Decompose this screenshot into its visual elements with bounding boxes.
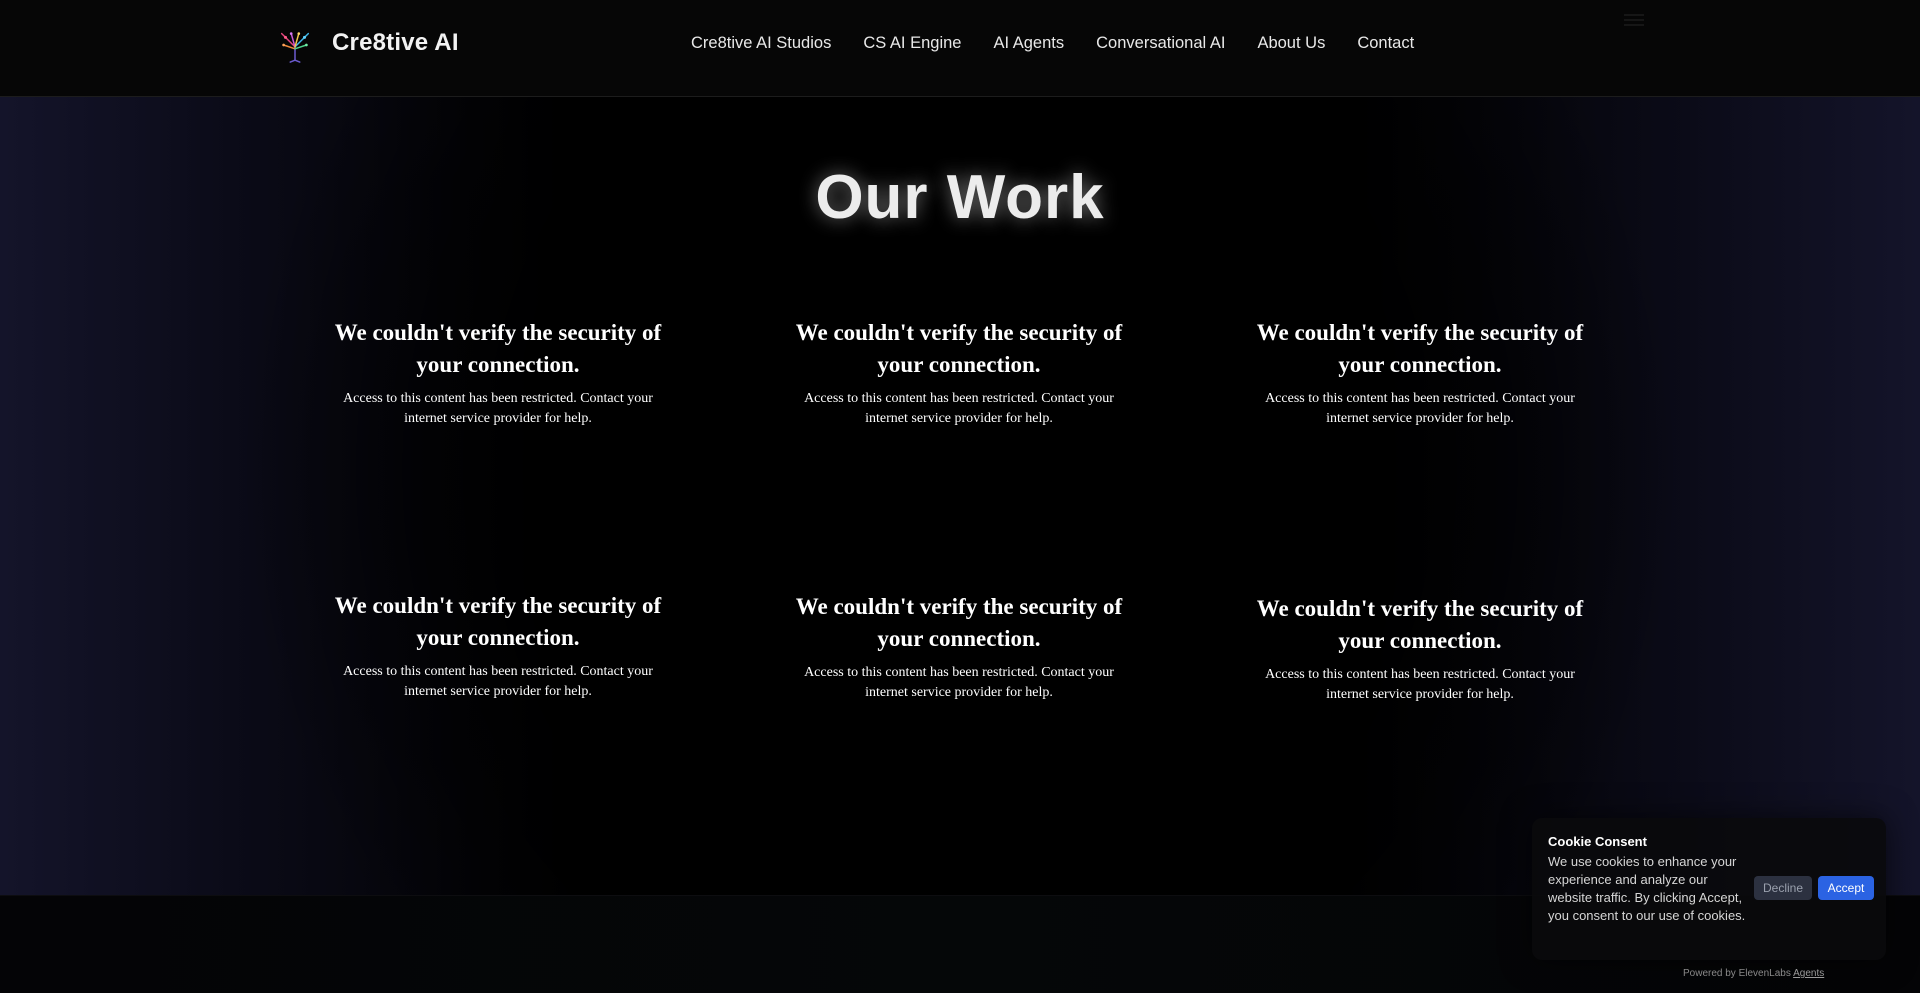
- tree-logo-icon[interactable]: [276, 26, 314, 64]
- site-header: Cre8tive AI Cre8tive AI Studios CS AI En…: [0, 0, 1920, 97]
- nav-item-contact[interactable]: Contact: [1357, 34, 1414, 53]
- card-body: Access to this content has been restrict…: [804, 391, 1114, 426]
- powered-by-text: Powered by ElevenLabs: [1683, 968, 1791, 979]
- card-body: Access to this content has been restrict…: [1265, 667, 1575, 702]
- card-heading: We couldn't verify the security of your …: [795, 320, 1123, 377]
- nav-item-conversational-ai[interactable]: Conversational AI: [1096, 34, 1225, 53]
- work-card: We couldn't verify the security of your …: [1255, 593, 1585, 705]
- card-heading: We couldn't verify the security of your …: [1256, 320, 1584, 377]
- cookie-text: We use cookies to enhance your experienc…: [1548, 854, 1746, 923]
- card-heading: We couldn't verify the security of your …: [795, 594, 1123, 651]
- nav-item-cs-ai-engine[interactable]: CS AI Engine: [863, 34, 961, 53]
- work-card: We couldn't verify the security of your …: [333, 317, 663, 429]
- card-body: Access to this content has been restrict…: [1265, 391, 1575, 426]
- card-body: Access to this content has been restrict…: [343, 391, 653, 426]
- card-body: Access to this content has been restrict…: [804, 665, 1114, 700]
- card-body: Access to this content has been restrict…: [343, 664, 653, 699]
- nav-item-about-us[interactable]: About Us: [1257, 34, 1325, 53]
- brand-name[interactable]: Cre8tive AI: [332, 29, 459, 57]
- menu-bar: [1624, 19, 1644, 21]
- cookie-consent-banner: Cookie Consent We use cookies to enhance…: [1532, 818, 1886, 960]
- card-heading: We couldn't verify the security of your …: [334, 593, 662, 650]
- page-title: Our Work: [815, 162, 1105, 232]
- work-card: We couldn't verify the security of your …: [333, 590, 663, 702]
- powered-by: Powered by ElevenLabs Agents: [1683, 968, 1824, 979]
- nav-item-studios[interactable]: Cre8tive AI Studios: [691, 34, 831, 53]
- decline-button[interactable]: Decline: [1754, 876, 1812, 900]
- work-card: We couldn't verify the security of your …: [1255, 317, 1585, 429]
- card-heading: We couldn't verify the security of your …: [334, 320, 662, 377]
- main-nav: Cre8tive AI Studios CS AI Engine AI Agen…: [691, 34, 1446, 53]
- hamburger-menu-icon[interactable]: [1624, 14, 1644, 28]
- work-card: We couldn't verify the security of your …: [794, 591, 1124, 703]
- cookie-title: Cookie Consent: [1548, 834, 1647, 849]
- agents-link[interactable]: Agents: [1793, 968, 1824, 979]
- menu-bar: [1624, 24, 1644, 26]
- work-card: We couldn't verify the security of your …: [794, 317, 1124, 429]
- card-heading: We couldn't verify the security of your …: [1256, 596, 1584, 653]
- page: Cre8tive AI Cre8tive AI Studios CS AI En…: [0, 0, 1920, 993]
- accept-button[interactable]: Accept: [1818, 876, 1874, 900]
- nav-item-ai-agents[interactable]: AI Agents: [993, 34, 1064, 53]
- menu-bar: [1624, 14, 1644, 16]
